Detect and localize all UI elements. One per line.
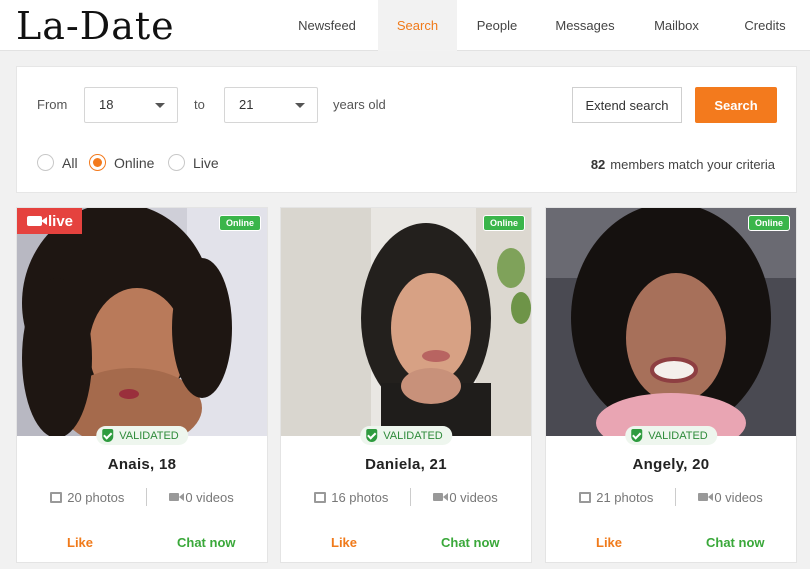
radio-button[interactable] (168, 154, 185, 171)
profile-photo-image (17, 208, 267, 436)
video-camera-icon (698, 493, 714, 501)
profile-stats: 16 photos 0 videos (281, 488, 531, 506)
match-count-text: members match your criteria (610, 157, 775, 172)
profile-card[interactable]: Online VALIDATED Angely, 20 21 photos 0 … (545, 207, 797, 563)
shield-check-icon (631, 429, 643, 442)
camera-icon (27, 216, 47, 226)
age-to-select[interactable]: 21 (224, 87, 318, 123)
video-count-label: 0 videos (185, 489, 234, 505)
nav-newsfeed[interactable]: Newsfeed (276, 0, 378, 51)
chat-now-button[interactable]: Chat now (706, 535, 765, 550)
video-count-label: 0 videos (449, 489, 498, 505)
site-logo[interactable]: La-Date (16, 4, 175, 48)
nav-search[interactable]: Search (378, 0, 457, 51)
nav-people[interactable]: People (457, 0, 537, 51)
nav-credits[interactable]: Credits (720, 0, 810, 51)
live-badge-label: live (48, 212, 74, 230)
like-button[interactable]: Like (331, 535, 357, 550)
profile-card[interactable]: Online VALIDATED Daniela, 21 16 photos 0… (280, 207, 532, 563)
radio-button[interactable] (37, 154, 54, 171)
video-camera-icon (433, 493, 449, 501)
profile-stats: 20 photos 0 videos (17, 488, 267, 506)
validated-label: VALIDATED (119, 429, 179, 442)
profile-photo-image (281, 208, 531, 436)
search-button[interactable]: Search (695, 87, 777, 123)
nav-mailbox[interactable]: Mailbox (633, 0, 720, 51)
profile-name[interactable]: Angely, 20 (546, 456, 796, 473)
age-to-value: 21 (239, 97, 254, 112)
profile-name[interactable]: Anais, 18 (17, 456, 267, 473)
photos-icon (50, 491, 63, 503)
video-count: 0 videos (169, 489, 234, 505)
radio-button-checked[interactable] (89, 154, 106, 171)
photo-count: 16 photos (314, 490, 388, 505)
video-count-label: 0 videos (714, 489, 763, 505)
filter-online-label: Online (114, 154, 155, 171)
like-button[interactable]: Like (596, 535, 622, 550)
extend-search-button[interactable]: Extend search (572, 87, 682, 123)
validated-badge: VALIDATED (625, 426, 717, 445)
from-label: From (37, 97, 68, 112)
photo-count: 21 photos (579, 490, 653, 505)
online-badge: Online (482, 215, 525, 231)
match-count: 82 members match your criteria (591, 157, 775, 172)
online-badge: Online (747, 215, 790, 231)
to-label: to (194, 97, 205, 112)
chat-now-button[interactable]: Chat now (441, 535, 500, 550)
profile-photo-image (546, 208, 796, 436)
years-old-label: years old (333, 97, 386, 112)
profile-name[interactable]: Daniela, 21 (281, 456, 531, 473)
photos-icon (579, 491, 592, 503)
photo-count-label: 21 photos (596, 489, 654, 505)
divider (146, 488, 148, 506)
filter-all-label: All (62, 154, 78, 171)
main-nav: Newsfeed Search People Messages Mailbox … (276, 0, 810, 51)
filter-live[interactable]: Live (168, 154, 219, 171)
filter-all[interactable]: All (37, 154, 78, 171)
photo-count-label: 16 photos (331, 489, 389, 505)
like-button[interactable]: Like (67, 535, 93, 550)
profile-photo[interactable]: live Online (17, 208, 267, 436)
online-badge: Online (218, 215, 261, 231)
age-from-value: 18 (99, 97, 114, 112)
chevron-down-icon (155, 103, 165, 108)
video-count: 0 videos (433, 489, 498, 505)
nav-messages[interactable]: Messages (537, 0, 633, 51)
chevron-down-icon (295, 103, 305, 108)
video-count: 0 videos (698, 489, 763, 505)
photo-count: 20 photos (50, 490, 124, 505)
validated-label: VALIDATED (648, 429, 708, 442)
live-badge: live (17, 208, 82, 234)
top-header: La-Date Newsfeed Search People Messages … (0, 0, 810, 51)
photo-count-label: 20 photos (67, 489, 125, 505)
filter-online[interactable]: Online (89, 154, 154, 171)
shield-check-icon (102, 429, 114, 442)
match-count-number: 82 (590, 157, 606, 172)
divider (410, 488, 412, 506)
photos-icon (314, 491, 327, 503)
profile-photo[interactable]: Online (546, 208, 796, 436)
search-panel: From 18 to 21 years old Extend search Se… (16, 66, 797, 193)
profile-stats: 21 photos 0 videos (546, 488, 796, 506)
validated-badge: VALIDATED (360, 426, 452, 445)
filter-live-label: Live (193, 154, 219, 171)
divider (675, 488, 677, 506)
shield-check-icon (366, 429, 378, 442)
age-from-select[interactable]: 18 (84, 87, 178, 123)
chat-now-button[interactable]: Chat now (177, 535, 236, 550)
validated-label: VALIDATED (383, 429, 443, 442)
video-camera-icon (169, 493, 185, 501)
profile-photo[interactable]: Online (281, 208, 531, 436)
validated-badge: VALIDATED (96, 426, 188, 445)
profile-card[interactable]: live Online VALIDATED Anais, 18 20 photo… (16, 207, 268, 563)
